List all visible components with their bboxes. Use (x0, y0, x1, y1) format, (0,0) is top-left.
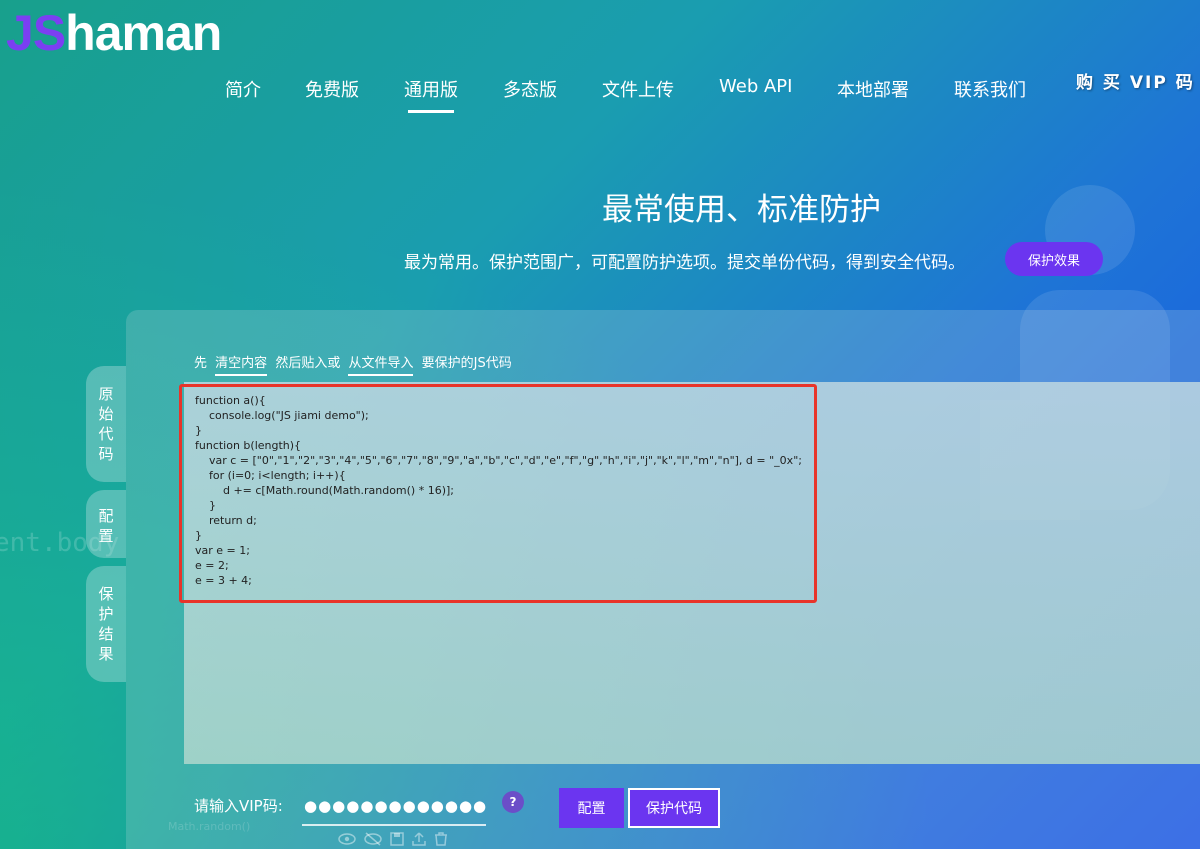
nav-item-web-api[interactable]: Web API (719, 76, 792, 97)
save-icon[interactable] (390, 832, 404, 849)
jshaman-logo[interactable]: JShaman (6, 4, 222, 62)
config-button[interactable]: 配置 (559, 788, 624, 828)
buy-vip-link[interactable]: 购 买 VIP 码 (1076, 68, 1195, 93)
page-subtitle: 最为常用。保护范围广，可配置防护选项。提交单份代码，得到安全代码。 (404, 253, 965, 273)
eye-slash-icon[interactable] (364, 832, 382, 849)
nav-item-general[interactable]: 通用版 (404, 76, 458, 113)
tab-original-code[interactable]: 原 始 代 码 (86, 366, 126, 482)
page-title: 最常使用、标准防护 (602, 192, 881, 228)
instruction-line: 先 清空内容 然后贴入或 从文件导入 要保护的JS代码 (194, 352, 512, 376)
tab-protect-result[interactable]: 保 护 结 果 (86, 566, 126, 682)
vip-code-input[interactable]: ●●●●●●●●●●●●●●●●●●●●●●●● (302, 794, 486, 826)
nav-item-free[interactable]: 免费版 (305, 76, 359, 102)
eye-icon[interactable] (338, 832, 356, 849)
side-tabs: 原 始 代 码 配 置 保 护 结 果 (86, 366, 126, 690)
nav-item-contact[interactable]: 联系我们 (954, 76, 1026, 102)
toolbar-icons (338, 832, 448, 849)
trash-icon[interactable] (434, 832, 448, 849)
clear-content-link[interactable]: 清空内容 (215, 356, 268, 376)
vip-code-label: 请输入VIP码: (194, 797, 283, 815)
import-from-file-link[interactable]: 从文件导入 (348, 356, 414, 376)
nav-item-polymorphic[interactable]: 多态版 (503, 76, 557, 102)
nav-item-file-upload[interactable]: 文件上传 (602, 76, 674, 102)
nav-item-intro[interactable]: 简介 (225, 76, 261, 102)
main-nav: 简介 免费版 通用版 多态版 文件上传 Web API 本地部署 联系我们 (0, 76, 1200, 116)
upload-icon[interactable] (412, 832, 426, 849)
tab-config[interactable]: 配 置 (86, 490, 126, 558)
nav-item-local-deploy[interactable]: 本地部署 (837, 76, 909, 102)
protect-code-button[interactable]: 保护代码 (628, 788, 720, 828)
protection-effect-button[interactable]: 保护效果 (1005, 242, 1103, 276)
help-icon[interactable]: ? (502, 791, 524, 813)
highlight-annotation (179, 384, 817, 603)
